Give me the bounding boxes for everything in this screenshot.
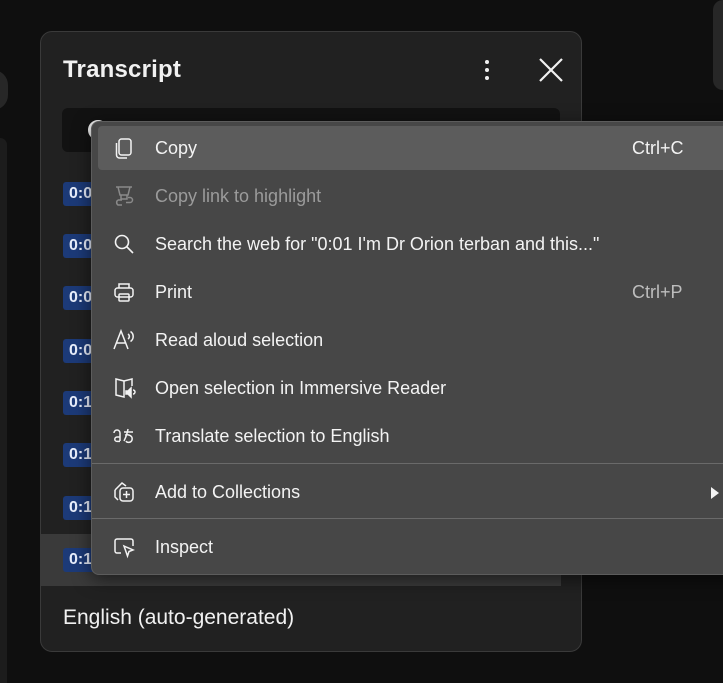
menu-separator [92, 518, 723, 519]
menu-item-label: Inspect [155, 537, 214, 557]
inspect-icon [112, 535, 136, 559]
search-icon [112, 232, 136, 256]
screen: Transcript 0:0 0:0 0:0 0:0 0:1 0:1 0:1 0… [0, 0, 723, 683]
menu-item-label: Print [155, 282, 193, 302]
read-aloud-icon [112, 328, 136, 352]
menu-item-label: Translate selection to English [155, 426, 390, 446]
menu-separator [92, 463, 723, 464]
background-side-panel [0, 138, 7, 683]
printer-icon [112, 280, 136, 304]
menu-item-label: Copy link to highlight [155, 186, 322, 206]
chevron-right-icon [710, 486, 720, 499]
context-menu: Copy Ctrl+C Copy link to highlight Searc… [91, 121, 723, 575]
menu-item-search-web[interactable]: Search the web for "0:01 I'm Dr Orion te… [98, 222, 723, 266]
menu-item-label: Copy [155, 138, 198, 158]
menu-item-add-to-collections[interactable]: Add to Collections [98, 470, 723, 514]
menu-item-label: Add to Collections [155, 482, 301, 502]
immersive-reader-icon [112, 376, 136, 400]
more-options-icon[interactable] [477, 56, 497, 84]
menu-item-immersive-reader[interactable]: Open selection in Immersive Reader [98, 366, 723, 410]
menu-item-read-aloud[interactable]: Read aloud selection [98, 318, 723, 362]
link-highlight-icon [112, 184, 136, 208]
close-icon[interactable] [537, 56, 565, 84]
kebab-dot [485, 60, 489, 64]
menu-item-inspect[interactable]: Inspect [98, 525, 723, 569]
translate-icon [112, 424, 136, 448]
menu-item-label: Search the web for "0:01 I'm Dr Orion te… [155, 234, 600, 254]
collections-icon [112, 480, 136, 504]
kebab-dot [485, 68, 489, 72]
menu-item-copy-link-to-highlight: Copy link to highlight [98, 174, 723, 218]
menu-item-label: Open selection in Immersive Reader [155, 378, 447, 398]
menu-item-shortcut: Ctrl+C [632, 138, 684, 158]
transcript-language[interactable]: English (auto-generated) [63, 606, 294, 630]
menu-item-shortcut: Ctrl+P [632, 282, 683, 302]
kebab-dot [485, 76, 489, 80]
menu-item-label: Read aloud selection [155, 330, 324, 350]
menu-item-translate[interactable]: Translate selection to English [98, 414, 723, 458]
panel-title: Transcript [63, 56, 182, 83]
copy-icon [112, 136, 136, 160]
menu-item-copy[interactable]: Copy Ctrl+C [98, 126, 723, 170]
background-side-button[interactable] [0, 70, 8, 110]
background-right-element [713, 0, 723, 90]
menu-item-print[interactable]: Print Ctrl+P [98, 270, 723, 314]
